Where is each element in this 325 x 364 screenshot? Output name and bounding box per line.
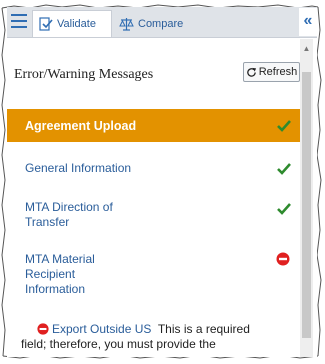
double-chevron-left-icon[interactable]: « [299, 8, 317, 36]
no-entry-icon [37, 323, 49, 335]
no-entry-icon [276, 252, 290, 266]
tab-validate[interactable]: Validate [32, 10, 112, 37]
refresh-button[interactable]: Refresh [243, 62, 300, 82]
validate-icon [39, 17, 53, 31]
list-item-general-information[interactable]: General Information [7, 161, 300, 183]
error-message-line2: field; therefore, you must provide the [21, 337, 216, 351]
list-item-mta-material-recipient-information[interactable]: MTA Material Recipient Information [7, 252, 300, 298]
check-icon [277, 203, 291, 215]
section-list: Agreement Upload General Information MTA… [7, 109, 300, 298]
refresh-label: Refresh [258, 66, 298, 78]
list-item-label-line1: MTA Material [25, 252, 95, 266]
list-item-label-line1: MTA Direction of [25, 200, 113, 214]
error-detail: Export Outside US This is a required fie… [21, 322, 299, 352]
scrollbar-thumb[interactable] [302, 72, 311, 338]
list-item-label-line2: Recipient [25, 267, 76, 281]
list-item-mta-direction-of-transfer[interactable]: MTA Direction of Transfer [7, 200, 300, 230]
check-icon [277, 163, 291, 175]
list-item-label-line3: Information [25, 282, 86, 296]
list-item-label: General Information [25, 161, 132, 175]
list-item-label-line2: Transfer [25, 215, 70, 229]
validation-panel: Validate Compare « Error/Warning Message… [7, 7, 317, 357]
compare-icon [119, 17, 134, 31]
list-item-agreement-upload[interactable]: Agreement Upload [7, 109, 300, 142]
check-icon [277, 120, 291, 132]
tab-compare-label: Compare [138, 17, 184, 30]
scroll-up-arrow-icon[interactable]: ▲ [300, 43, 313, 55]
page-title: Error/Warning Messages [14, 67, 154, 82]
error-field-link[interactable]: Export Outside US [52, 322, 151, 336]
vertical-scrollbar[interactable]: ▲ [300, 39, 313, 357]
error-message-line1: This is a required [157, 322, 250, 336]
hamburger-icon[interactable] [11, 14, 27, 30]
tab-bar: Validate Compare « [7, 7, 317, 38]
refresh-icon [246, 67, 256, 77]
list-item-label: Agreement Upload [25, 118, 137, 133]
tab-validate-label: Validate [57, 18, 96, 30]
tab-compare[interactable]: Compare [113, 10, 191, 37]
